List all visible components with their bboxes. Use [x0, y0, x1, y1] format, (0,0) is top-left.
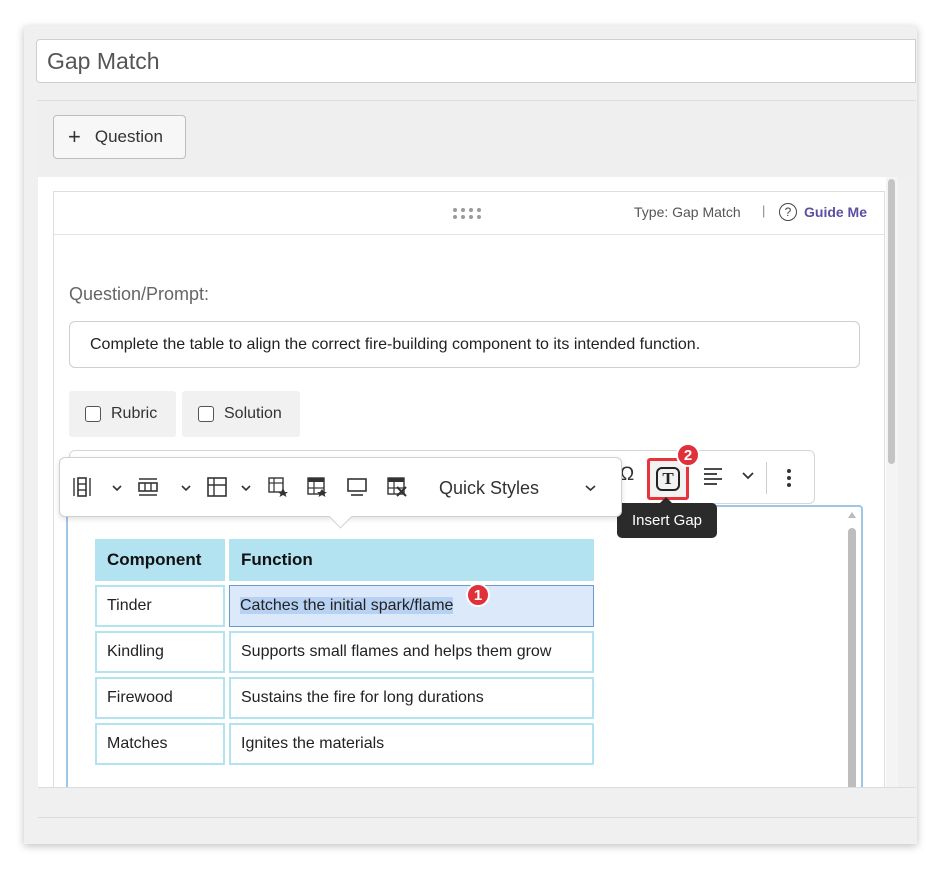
selected-table-cell[interactable]: Catches the initial spark/flame — [229, 585, 594, 627]
table-row: Kindling Supports small flames and helps… — [95, 631, 594, 673]
chevron-down-icon[interactable] — [241, 484, 251, 492]
table-row-icon[interactable] — [138, 477, 158, 497]
scroll-up-arrow-icon[interactable] — [848, 512, 856, 518]
table-cell-properties-icon[interactable] — [268, 477, 288, 497]
prompt-label: Question/Prompt: — [69, 284, 210, 304]
prompt-input[interactable]: Complete the table to align the correct … — [69, 321, 860, 368]
footer-strip — [38, 787, 916, 818]
table-header-row: Component Function — [95, 539, 594, 581]
table-cell[interactable]: Kindling — [95, 631, 225, 673]
delete-table-icon[interactable] — [387, 477, 407, 497]
toolbar-divider — [766, 462, 767, 494]
rubric-toggle[interactable]: Rubric — [69, 391, 176, 437]
chevron-down-icon[interactable] — [585, 484, 596, 492]
question-type-label: Type: Gap Match — [634, 204, 741, 220]
insert-gap-tooltip: Insert Gap — [617, 497, 717, 538]
table-cell[interactable]: Ignites the materials — [229, 723, 594, 765]
guide-me-link[interactable]: Guide Me — [804, 204, 867, 220]
header-separator: | — [762, 203, 766, 218]
editor-scrollbar-thumb[interactable] — [848, 528, 856, 798]
table-cell[interactable]: Tinder — [95, 585, 225, 627]
outer-scrollbar[interactable] — [886, 177, 898, 787]
step-2-callout-badge: 2 — [676, 443, 700, 467]
gap-match-table: Component Function Tinder Catches the in… — [91, 535, 598, 769]
merge-cells-icon[interactable] — [207, 477, 227, 497]
chevron-down-icon[interactable] — [112, 484, 122, 492]
table-cell[interactable]: Firewood — [95, 677, 225, 719]
table-row: Matches Ignites the materials — [95, 723, 594, 765]
align-left-icon[interactable] — [703, 467, 723, 485]
special-character-icon[interactable]: Ω — [620, 464, 634, 486]
add-question-button[interactable]: + Question — [53, 115, 186, 159]
footer-strip-lower — [38, 817, 916, 832]
chevron-down-icon[interactable] — [181, 484, 191, 492]
table-properties-icon[interactable] — [307, 477, 327, 497]
editor-scrollbar[interactable] — [845, 510, 859, 798]
assessment-title-input[interactable]: Gap Match — [36, 39, 916, 83]
table-cell[interactable]: Sustains the fire for long durations — [229, 677, 594, 719]
table-cell[interactable]: Supports small flames and helps them gro… — [229, 631, 594, 673]
step-1-callout-badge: 1 — [466, 583, 490, 607]
insert-gap-icon: T — [656, 467, 680, 491]
table-row: Tinder Catches the initial spark/flame — [95, 585, 594, 627]
drag-handle-icon[interactable] — [452, 206, 486, 222]
outer-scrollbar-thumb[interactable] — [888, 179, 895, 464]
table-column-icon[interactable] — [72, 477, 92, 497]
solution-checkbox[interactable] — [198, 406, 214, 422]
table-header-cell[interactable]: Component — [95, 539, 225, 581]
rubric-checkbox[interactable] — [85, 406, 101, 422]
table-header-cell[interactable]: Function — [229, 539, 594, 581]
solution-toggle[interactable]: Solution — [182, 391, 300, 437]
rubric-label: Rubric — [111, 405, 158, 422]
help-circle-icon[interactable]: ? — [779, 203, 797, 221]
table-row: Firewood Sustains the fire for long dura… — [95, 677, 594, 719]
plus-icon: + — [68, 124, 81, 149]
chevron-down-icon[interactable] — [742, 471, 754, 481]
selected-text[interactable]: Catches the initial spark/flame — [240, 597, 454, 614]
add-question-label: Question — [94, 127, 163, 146]
solution-label: Solution — [224, 405, 282, 422]
table-cell[interactable]: Matches — [95, 723, 225, 765]
quick-styles-dropdown[interactable]: Quick Styles — [439, 478, 539, 499]
table-caption-icon[interactable] — [347, 477, 367, 497]
more-vertical-icon[interactable] — [786, 468, 792, 488]
